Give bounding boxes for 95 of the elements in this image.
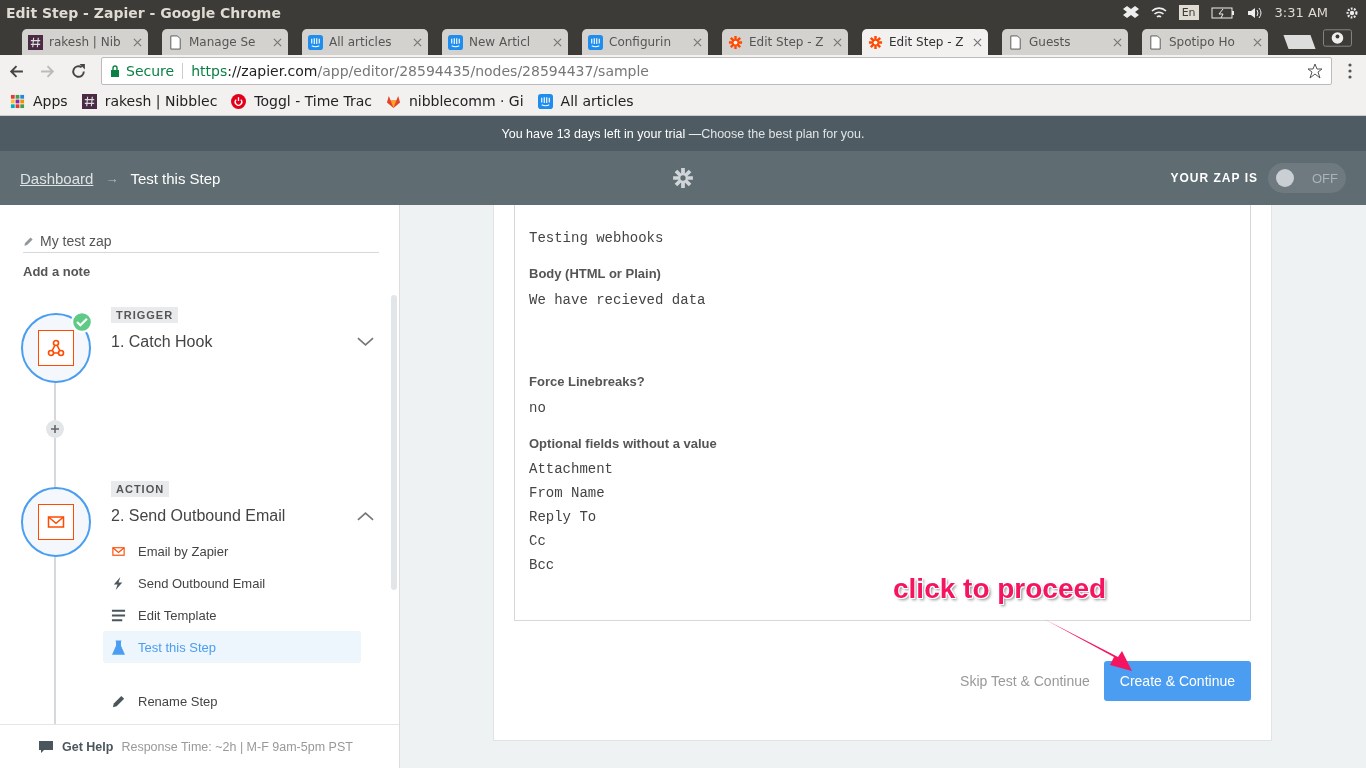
profile-icon[interactable] — [1323, 29, 1352, 47]
power-icon — [231, 93, 247, 109]
chat-app-icon — [537, 93, 553, 109]
browser-tab[interactable]: Spotipo Ho — [1142, 29, 1268, 55]
field-label: Body (HTML or Plain) — [529, 266, 662, 281]
field-name: Reply To — [529, 509, 598, 525]
page-icon — [1148, 34, 1163, 50]
apps-grid-icon — [10, 93, 25, 109]
field-name: From Name — [529, 485, 606, 501]
new-tab-button[interactable] — [1283, 35, 1316, 49]
battery-icon[interactable] — [1210, 6, 1235, 19]
browser-tab[interactable]: Edit Step - Z — [862, 29, 988, 55]
asterisk-icon — [728, 34, 743, 50]
field-label: Force Linebreaks? — [529, 374, 646, 389]
plan-link[interactable]: Choose the best plan for you. — [701, 126, 865, 141]
step-menu-item[interactable]: Rename Step — [103, 685, 361, 717]
plus-icon — [50, 424, 60, 434]
wifi-icon[interactable] — [1150, 5, 1167, 20]
browser-tab[interactable]: All articles — [302, 29, 428, 55]
add-step-button[interactable] — [46, 420, 64, 438]
dropbox-icon — [1122, 5, 1139, 20]
bookmark[interactable]: Apps — [10, 93, 68, 109]
close-icon[interactable] — [553, 37, 562, 47]
bookmark[interactable]: nibblecomm · Gi — [385, 93, 524, 109]
step-menu-item[interactable]: Email by Zapier — [103, 535, 361, 567]
step-type-badge: ACTION — [111, 481, 170, 497]
close-icon[interactable] — [693, 37, 702, 47]
get-help-link[interactable]: Get Help — [62, 739, 114, 754]
field-name: Attachment — [529, 461, 614, 477]
menu-icon[interactable] — [1348, 63, 1352, 79]
chat-app-icon — [448, 34, 463, 50]
field-name: Cc — [529, 533, 547, 549]
pencil-icon — [23, 235, 34, 247]
page-icon — [1008, 34, 1023, 50]
scrollbar[interactable] — [391, 295, 397, 590]
bookmark[interactable]: All articles — [537, 93, 634, 109]
close-icon[interactable] — [273, 37, 282, 47]
page-icon — [168, 34, 183, 50]
field-name: Bcc — [529, 557, 556, 573]
trial-notice: You have 13 days left in your trial —Choose the best plan for you. — [501, 126, 865, 141]
close-icon[interactable] — [973, 37, 982, 47]
window-title: Edit Step - Zapier - Google Chrome — [6, 4, 281, 21]
current-page-title: Test this Step — [130, 169, 221, 187]
browser-tab[interactable]: Manage Se — [162, 29, 288, 55]
url-text: https://zapier.com/app/editor/28594435/nodes/28594437/sample — [191, 63, 650, 79]
step-title[interactable]: 2. Send Outbound Email — [111, 507, 286, 525]
zap-name-field[interactable]: My test zap — [23, 233, 379, 253]
field-value: Testing webhooks — [529, 230, 665, 246]
star-icon[interactable] — [1307, 63, 1323, 79]
hash-icon — [28, 34, 43, 50]
browser-tab[interactable]: Edit Step - Z — [722, 29, 848, 55]
chevron-down-icon[interactable] — [357, 337, 374, 347]
browser-tab[interactable]: rakesh | Nib — [22, 29, 148, 55]
chevron-up-icon[interactable] — [357, 511, 374, 521]
asterisk-logo-icon[interactable] — [672, 167, 694, 189]
volume-icon[interactable] — [1246, 5, 1263, 20]
bookmark[interactable]: Toggl - Time Trac — [231, 93, 372, 109]
gear-icon[interactable] — [1344, 5, 1360, 20]
webhook-icon — [46, 338, 66, 358]
response-time-text: Response Time: ~2h | M-F 9am-5pm PST — [121, 739, 353, 754]
chat-bubble-icon[interactable] — [38, 739, 54, 754]
step-menu-item[interactable]: Edit Template — [103, 599, 361, 631]
step-type-badge: TRIGGER — [111, 307, 179, 323]
bookmark[interactable]: rakesh | Nibblec — [81, 93, 218, 109]
pencil-icon — [111, 693, 126, 709]
flask-icon — [111, 639, 126, 655]
field-value: We have recieved data — [529, 292, 707, 310]
reload-icon[interactable] — [70, 62, 87, 80]
close-icon[interactable] — [1113, 37, 1122, 47]
field-value: no — [529, 400, 547, 416]
asterisk-icon — [868, 34, 883, 50]
close-icon[interactable] — [413, 37, 422, 47]
zap-status-label: YOUR ZAP IS — [1170, 171, 1258, 185]
close-icon[interactable] — [1253, 37, 1262, 47]
keyboard-indicator[interactable]: En — [1178, 5, 1199, 20]
close-icon[interactable] — [133, 37, 142, 47]
add-note-link[interactable]: Add a note — [23, 264, 378, 279]
dashboard-link[interactable]: Dashboard — [20, 169, 94, 187]
secure-label: Secure — [126, 63, 175, 79]
browser-tab[interactable]: Configurin — [582, 29, 708, 55]
field-label: Optional fields without a value — [529, 436, 718, 451]
address-field[interactable]: Secure https://zapier.com/app/editor/28594435/nodes/28594437/sample — [101, 57, 1332, 85]
browser-tab[interactable]: Guests — [1002, 29, 1128, 55]
clock[interactable]: 3:31 AM — [1274, 5, 1328, 20]
breadcrumb-separator: → — [105, 170, 119, 186]
chat-app-icon — [308, 34, 323, 50]
step-title[interactable]: 1. Catch Hook — [111, 333, 213, 351]
close-icon[interactable] — [833, 37, 842, 47]
browser-tab[interactable]: New Articl — [442, 29, 568, 55]
lock-icon — [110, 65, 120, 77]
hash-icon — [81, 93, 97, 109]
annotation-text: click to proceed — [893, 573, 1107, 605]
chat-app-icon — [588, 34, 603, 50]
lines-icon — [111, 607, 126, 623]
step-menu-item[interactable]: Send Outbound Email — [103, 567, 361, 599]
